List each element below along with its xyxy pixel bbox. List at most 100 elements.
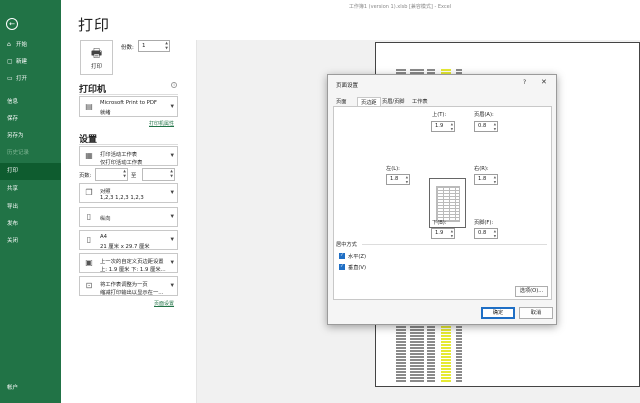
chevron-down-icon: ▼ (170, 237, 174, 243)
footer-margin-input[interactable]: 0.8 ▲ ▼ (474, 228, 498, 239)
preview-cell (396, 374, 406, 376)
scaling-dropdown[interactable]: ⊡ 将工作表调整为一页 缩减打印输出以显示在一... ▼ (79, 276, 178, 296)
nav-item-export[interactable]: 导出 (0, 199, 61, 216)
spinner-icon[interactable]: ▲ ▼ (494, 175, 496, 184)
page-setup-link[interactable]: 页面设置 (154, 300, 174, 307)
ok-button[interactable]: 确定 (481, 307, 515, 319)
printer-icon: 🖶 (90, 46, 103, 60)
spinner-icon[interactable]: ▲ ▼ (451, 122, 453, 131)
footer-margin-label: 页脚(F): (474, 220, 494, 226)
print-what-dropdown[interactable]: ▦ 打印活动工作表 仅打印活动工作表 ▼ (79, 146, 178, 166)
cancel-button[interactable]: 取消 (519, 307, 553, 319)
pages-from-input[interactable]: ▲ ▼ (95, 168, 128, 181)
fit-page-icon: ⊡ (85, 281, 93, 290)
preview-cell (410, 69, 424, 71)
spinner-icon[interactable]: ▲ ▼ (165, 41, 168, 51)
nav-item-new[interactable]: ▢ 新建 (0, 53, 61, 70)
preview-cell (410, 338, 424, 340)
divider (79, 144, 178, 145)
spinner-icon[interactable]: ▲ ▼ (406, 175, 408, 184)
preview-cell (456, 374, 462, 376)
preview-cell (396, 380, 406, 382)
preview-cell (396, 347, 406, 349)
preview-cell (396, 326, 406, 328)
preview-cell (410, 332, 424, 334)
preview-cell (410, 377, 424, 379)
preview-cell (441, 356, 451, 358)
nav-item-home[interactable]: ⌂ 开始 (0, 36, 61, 53)
preview-cell (410, 371, 424, 373)
margins-dropdown[interactable]: ▣ 上一次的自定义页边距设置 上: 1.9 厘米 下: 1.9 厘米... ▼ (79, 253, 178, 273)
printer-properties-link[interactable]: 打印机属性 (149, 120, 174, 127)
copies-label: 份数: (121, 45, 134, 51)
preview-cell (456, 338, 462, 340)
pages-to-input[interactable]: ▲ ▼ (142, 168, 175, 181)
spinner-icon[interactable]: ▲ ▼ (170, 169, 173, 179)
print-button[interactable]: 🖶 打印 (80, 40, 113, 75)
nav-item-publish[interactable]: 发布 (0, 216, 61, 233)
preview-cell (410, 341, 424, 343)
preview-cell (456, 69, 462, 71)
nav-item-open[interactable]: ▭ 打开 (0, 70, 61, 87)
collate-text: 对照 (100, 189, 111, 195)
paper-icon: ▯ (86, 235, 92, 244)
nav-item-save[interactable]: 保存 (0, 111, 61, 128)
center-on-page-label: 居中方式 (336, 242, 357, 248)
paper-size-dropdown[interactable]: ▯ A4 21 厘米 x 29.7 厘米 ▼ (79, 230, 178, 250)
info-icon[interactable]: i (171, 82, 177, 88)
help-icon[interactable]: ? (523, 79, 526, 86)
preview-cell (456, 365, 462, 367)
printer-dropdown[interactable]: ▤ Microsoft Print to PDF 就绪 ▼ (79, 96, 178, 117)
preview-cell (441, 359, 451, 361)
preview-cell (441, 344, 451, 346)
spinner-icon[interactable]: ▲ ▼ (123, 169, 126, 179)
vertical-checkbox[interactable]: ✓ (339, 264, 345, 270)
spinner-icon[interactable]: ▲ ▼ (494, 229, 496, 238)
preview-cell (456, 371, 462, 373)
preview-cell (396, 338, 406, 340)
preview-cell (410, 374, 424, 376)
preview-cell (427, 329, 435, 331)
bottom-margin-input[interactable]: 1.9 ▲ ▼ (431, 228, 455, 239)
preview-cell (427, 368, 435, 370)
chevron-down-icon: ▼ (170, 153, 174, 159)
spinner-icon[interactable]: ▲ ▼ (494, 122, 496, 131)
preview-cell (456, 332, 462, 334)
right-margin-input[interactable]: 1.8 ▲ ▼ (474, 174, 498, 185)
spinner-icon[interactable]: ▲ ▼ (451, 229, 453, 238)
left-margin-label: 左(L): (386, 166, 400, 172)
preview-cell (441, 341, 451, 343)
nav-item-account[interactable]: 帐户 (0, 380, 61, 397)
top-margin-input[interactable]: 1.9 ▲ ▼ (431, 121, 455, 132)
preview-cell (427, 350, 435, 352)
nav-item-share[interactable]: 共享 (0, 181, 61, 198)
options-button[interactable]: 选项(O)... (515, 286, 548, 297)
preview-cell (441, 380, 451, 382)
pages-label: 页数: (79, 173, 92, 179)
nav-item-info[interactable]: 信息 (0, 94, 61, 111)
preview-cell (396, 365, 406, 367)
orientation-dropdown[interactable]: ▯ 纵向 ▼ (79, 207, 178, 227)
print-what-subtext: 仅打印活动工作表 (100, 160, 143, 166)
vertical-label: 垂直(V) (348, 265, 366, 271)
nav-item-close[interactable]: 关闭 (0, 233, 61, 250)
copies-input[interactable]: 1 ▲ ▼ (138, 40, 170, 52)
left-margin-input[interactable]: 1.8 ▲ ▼ (386, 174, 410, 185)
preview-cell (410, 353, 424, 355)
preview-cell (441, 368, 451, 370)
nav-item-print[interactable]: 打印 (0, 163, 61, 180)
preview-cell (456, 326, 462, 328)
nav-label: 打开 (16, 76, 28, 82)
preview-cell (410, 362, 424, 364)
header-margin-input[interactable]: 0.8 ▲ ▼ (474, 121, 498, 132)
preview-cell (410, 347, 424, 349)
collate-dropdown[interactable]: ❐ 对照 1,2,3 1,2,3 1,2,3 ▼ (79, 183, 178, 203)
horizontal-checkbox[interactable]: ✓ (339, 253, 345, 259)
back-arrow-icon[interactable]: ← (6, 18, 18, 30)
close-icon[interactable]: ✕ (541, 78, 547, 86)
nav-item-save-as[interactable]: 另存为 (0, 128, 61, 145)
printer-status: 就绪 (100, 110, 111, 116)
chevron-down-icon: ▼ (170, 214, 174, 220)
preview-cell (441, 353, 451, 355)
preview-cell (396, 371, 406, 373)
